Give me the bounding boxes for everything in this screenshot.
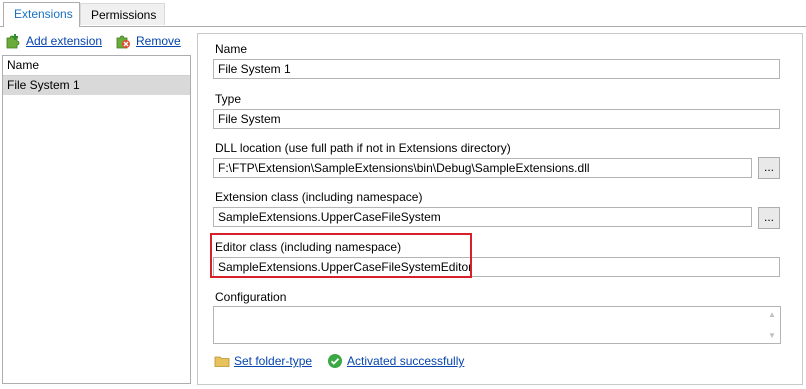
- name-label: Name: [215, 42, 248, 56]
- check-circle-icon: [327, 353, 343, 369]
- puzzle-remove-icon: [115, 33, 131, 49]
- configuration-label: Configuration: [215, 290, 287, 304]
- set-folder-type-link[interactable]: Set folder-type: [234, 354, 312, 368]
- dll-location-label: DLL location (use full path if not in Ex…: [215, 141, 511, 155]
- tab-permissions[interactable]: Permissions: [80, 3, 165, 25]
- scroll-down-icon[interactable]: ▼: [768, 331, 776, 340]
- dll-location-field[interactable]: F:\FTP\Extension\SampleExtensions\bin\De…: [213, 158, 752, 178]
- add-extension-link[interactable]: Add extension: [26, 33, 102, 49]
- type-field[interactable]: File System: [213, 109, 780, 129]
- folder-icon: [214, 353, 230, 369]
- editor-class-highlight: [210, 233, 472, 278]
- activation-status[interactable]: Activated successfully: [327, 353, 464, 369]
- extension-class-field[interactable]: SampleExtensions.UpperCaseFileSystem: [213, 207, 752, 227]
- name-field[interactable]: File System 1: [213, 59, 780, 79]
- tab-strip: Extensions Permissions: [0, 0, 806, 27]
- remove-button[interactable]: Remove: [115, 33, 181, 49]
- extension-class-browse-button[interactable]: ...: [758, 207, 780, 229]
- scroll-up-icon[interactable]: ▲: [768, 310, 776, 319]
- list-item[interactable]: File System 1: [3, 76, 190, 95]
- configuration-textarea[interactable]: ▲ ▼: [213, 306, 781, 344]
- extension-class-label: Extension class (including namespace): [215, 190, 423, 204]
- tab-extensions[interactable]: Extensions: [3, 2, 80, 27]
- puzzle-add-icon: [5, 33, 21, 49]
- configuration-scrollbar[interactable]: ▲ ▼: [764, 307, 780, 343]
- set-folder-type-button[interactable]: Set folder-type: [214, 353, 312, 369]
- extension-list[interactable]: Name File System 1: [2, 55, 191, 384]
- list-header-name[interactable]: Name: [3, 56, 190, 76]
- add-extension-button[interactable]: Add extension: [5, 33, 102, 49]
- activated-successfully-link[interactable]: Activated successfully: [347, 354, 464, 368]
- dll-browse-button[interactable]: ...: [758, 157, 780, 179]
- type-label: Type: [215, 92, 242, 106]
- remove-link[interactable]: Remove: [136, 33, 181, 49]
